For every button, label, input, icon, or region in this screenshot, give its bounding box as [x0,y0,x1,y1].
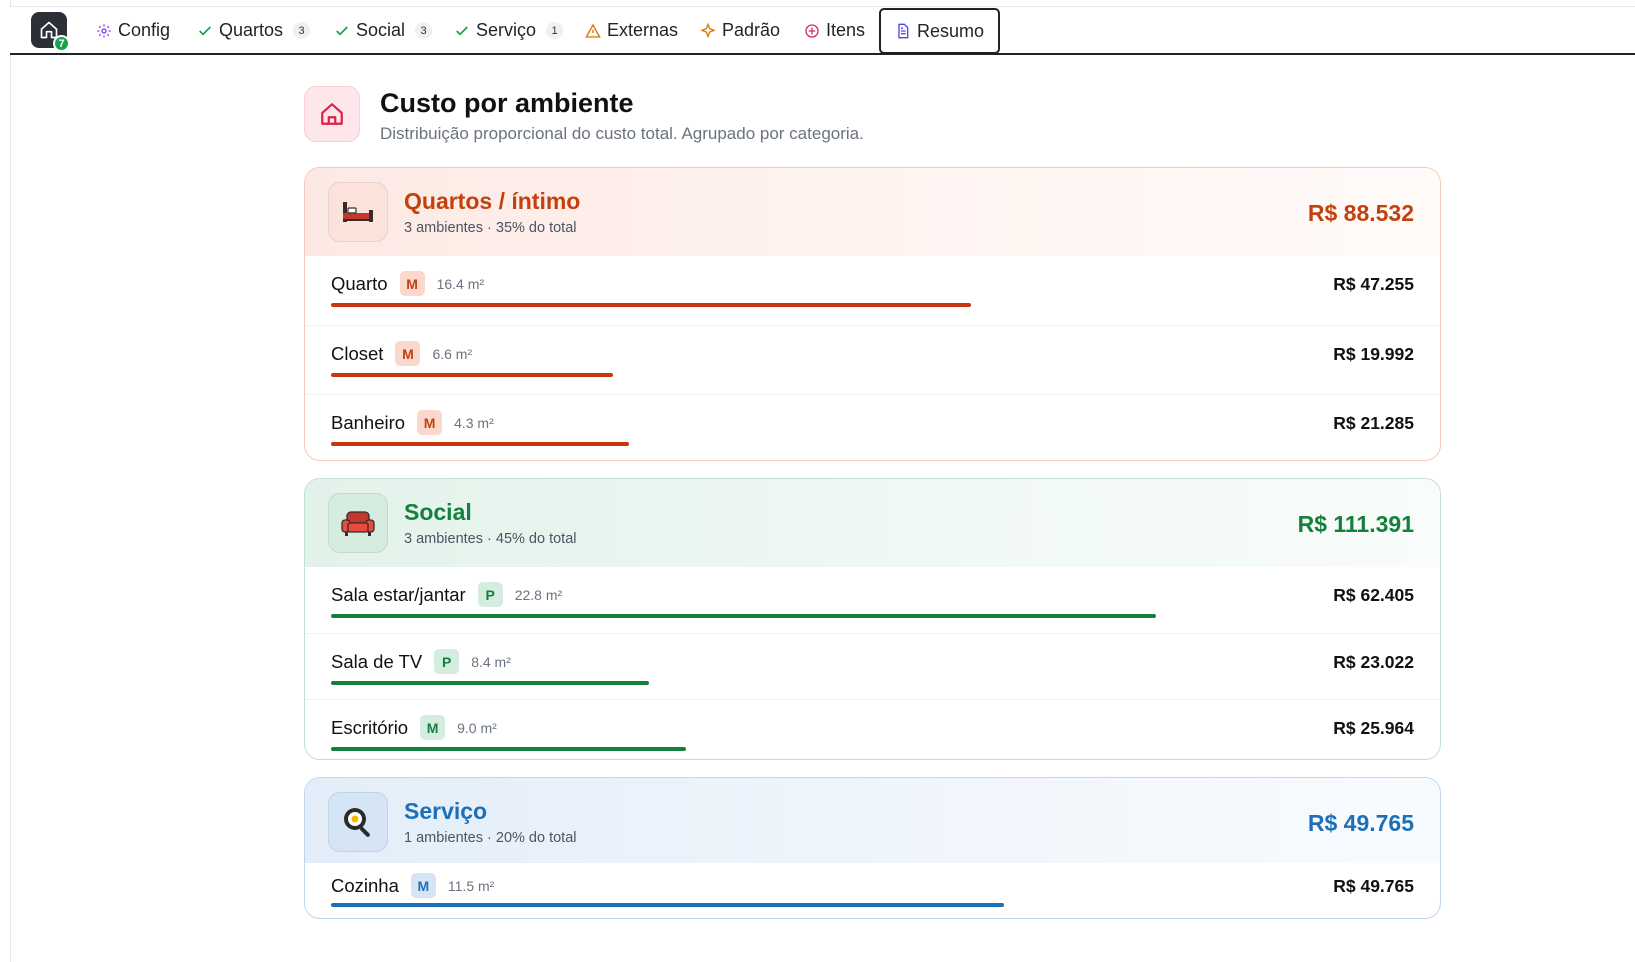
bed-icon [328,182,388,242]
room-cost: R$ 25.964 [1333,718,1414,738]
tab-label: Itens [826,20,866,40]
room-row[interactable]: Sala de TV P 8.4 m² R$ 23.022 [305,633,1440,699]
room-name: Banheiro [331,411,406,433]
room-row[interactable]: Sala estar/jantar P 22.8 m² R$ 62.405 [305,567,1440,633]
tab-quartos[interactable]: Quartos 3 [183,9,324,52]
room-row[interactable]: Banheiro M 4.3 m² R$ 21.285 [305,394,1440,460]
tab-label: Social [356,20,406,40]
sparkle-icon [700,22,716,38]
category-header: Quartos / íntimo 3 ambientes · 35% do to… [305,168,1440,256]
check-icon [456,25,468,36]
tab-label: Serviço [476,20,537,40]
home-badge: 7 [53,35,70,52]
category-title: Social [404,499,472,525]
room-name: Escritório [331,716,409,738]
room-area: 16.4 m² [436,275,485,292]
room-area: 8.4 m² [471,653,511,670]
tab-label: Externas [607,20,679,40]
room-list: Sala estar/jantar P 22.8 m² R$ 62.405 Sala… [305,567,1440,759]
room-area: 11.5 m² [447,877,495,894]
room-cost: R$ 62.405 [1333,585,1414,605]
cost-bar [331,903,1004,907]
tab-count: 3 [293,22,311,39]
room-name: Sala estar/jantar [331,583,466,605]
category-title: Serviço [404,798,488,824]
sofa-icon [328,493,388,553]
room-cost: R$ 47.255 [1333,274,1414,294]
frying-pan-icon [328,792,388,852]
size-badge: P [477,582,503,607]
document-icon [898,23,909,39]
tab-itens[interactable]: Itens [790,9,879,52]
category-card-social: Social 3 ambientes · 45% do total R$ 111… [304,478,1441,760]
cost-bar [331,442,629,446]
room-area: 22.8 m² [514,586,563,603]
header-home-icon-box [304,86,360,142]
plus-circle-icon [805,23,819,38]
tab-servico[interactable]: Serviço 1 [440,9,577,52]
room-name: Quarto [331,272,388,294]
page-subtitle: Distribuição proporcional do custo total… [380,124,864,143]
room-cost: R$ 21.285 [1333,413,1414,433]
category-total: R$ 111.391 [1297,511,1414,537]
size-badge: M [420,715,446,740]
category-card-quartos: Quartos / íntimo 3 ambientes · 35% do to… [304,167,1441,461]
size-badge: M [395,341,421,366]
size-badge: M [399,271,425,296]
warning-icon [585,23,601,38]
category-meta: 3 ambientes · 35% do total [404,220,577,236]
category-total: R$ 49.765 [1307,810,1414,836]
category-card-servico: Serviço 1 ambientes · 20% do total R$ 49… [304,777,1441,919]
category-header: Serviço 1 ambientes · 20% do total R$ 49… [305,778,1440,863]
tab-config[interactable]: Config [82,9,184,52]
tab-label: Config [118,20,171,40]
home-button[interactable]: 7 [31,12,70,52]
size-badge: M [410,873,436,898]
room-cost: R$ 19.992 [1333,344,1414,364]
tab-count: 1 [546,22,564,39]
room-row[interactable]: Quarto M 16.4 m² R$ 47.255 [305,256,1440,325]
room-list: Cozinha M 11.5 m² R$ 49.765 [305,863,1440,918]
room-cost: R$ 49.765 [1333,876,1414,896]
tab-label: Padrão [722,20,781,40]
cost-bar [331,373,613,377]
cost-bar [331,614,1156,618]
cost-bar [331,681,649,685]
top-nav: 7 Config Quartos 3 Social 3 Serviço 1 Ex… [10,6,1635,55]
category-header: Social 3 ambientes · 45% do total R$ 111… [305,479,1440,567]
page-title: Custo por ambiente [380,88,634,118]
tab-resumo[interactable]: Resumo [879,8,1001,54]
room-row[interactable]: Closet M 6.6 m² R$ 19.992 [305,325,1440,394]
room-name: Cozinha [331,874,399,896]
cost-bar [331,303,971,307]
tab-label: Quartos [219,20,284,40]
tab-externas[interactable]: Externas [571,9,692,52]
home-icon [321,103,343,125]
room-area: 6.6 m² [432,345,473,362]
tab-label: Resumo [917,20,985,41]
room-row[interactable]: Escritório M 9.0 m² R$ 25.964 [305,699,1440,759]
cost-bar [331,747,686,751]
category-meta: 3 ambientes · 45% do total [404,531,577,547]
check-icon [199,25,211,36]
room-area: 9.0 m² [457,719,497,736]
check-icon [336,25,348,36]
room-list: Quarto M 16.4 m² R$ 47.255 Closet M 6.6 m² R… [305,256,1440,460]
room-cost: R$ 23.022 [1333,652,1414,672]
tab-padrao[interactable]: Padrão [686,9,794,52]
size-badge: P [434,649,460,674]
category-meta: 1 ambientes · 20% do total [404,830,577,846]
size-badge: M [417,410,443,435]
category-total: R$ 88.532 [1307,200,1414,226]
room-name: Closet [331,342,384,364]
room-row[interactable]: Cozinha M 11.5 m² R$ 49.765 [305,863,1440,918]
room-name: Sala de TV [331,650,423,672]
category-title: Quartos / íntimo [404,188,581,214]
room-area: 4.3 m² [454,414,494,431]
tab-social[interactable]: Social 3 [320,9,446,52]
gear-icon [97,23,111,38]
tab-count: 3 [415,22,433,39]
